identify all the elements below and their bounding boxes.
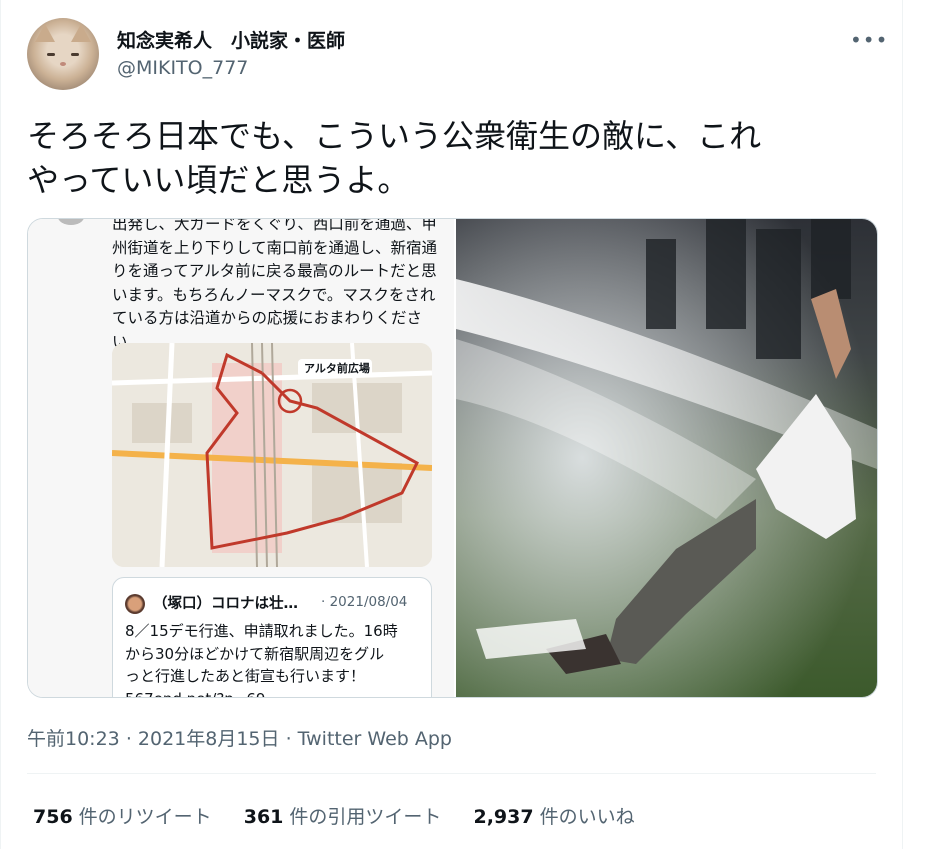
column-border-right bbox=[902, 0, 903, 849]
embedded-post-screenshot[interactable]: 出発し、大ガードをくぐり、西口前を通過、甲州街道を上り下りして南口前を通過し、新… bbox=[28, 219, 454, 697]
route-map: アルタ前広場 bbox=[112, 343, 432, 567]
likes-stat[interactable]: 2,937 件のいいね bbox=[473, 802, 634, 829]
photo-graphic bbox=[456, 219, 877, 697]
embedded-avatar bbox=[58, 219, 84, 225]
quoted-post[interactable]: （塚口）コロナは壮… · 2021/08/04 8／15デモ行進、申請取れました… bbox=[112, 577, 432, 697]
tweet-time[interactable]: 午前10:23 bbox=[27, 728, 120, 750]
author-avatar[interactable] bbox=[27, 18, 99, 90]
quoted-avatar bbox=[125, 594, 145, 614]
map-label: アルタ前広場 bbox=[304, 362, 370, 375]
separator-dot: · bbox=[285, 728, 292, 750]
tweet-source[interactable]: Twitter Web App bbox=[298, 728, 452, 750]
cat-ear bbox=[35, 24, 55, 42]
likes-count: 2,937 bbox=[473, 806, 534, 828]
tweet-media[interactable]: 出発し、大ガードをくぐり、西口前を通過、甲州街道を上り下りして南口前を通過し、新… bbox=[27, 218, 878, 698]
likes-label: 件のいいね bbox=[539, 806, 635, 828]
more-horizontal-icon[interactable]: ••• bbox=[850, 28, 888, 52]
tweet-meta: 午前10:23 · 2021年8月15日 · Twitter Web App bbox=[27, 724, 452, 751]
cat-nose bbox=[60, 62, 66, 66]
tweet-text-line: やっていい頃だと思うよ。 bbox=[27, 161, 410, 199]
quoted-date: · 2021/08/04 bbox=[321, 594, 408, 610]
retweets-label: 件のリツイート bbox=[78, 806, 212, 828]
quotes-label: 件の引用ツイート bbox=[289, 806, 442, 828]
cat-ear bbox=[71, 24, 91, 42]
quotes-count: 361 bbox=[243, 806, 284, 828]
quoted-body: 8／15デモ行進、申請取れました。16時 から30分ほどかけて新宿駅周辺をグル … bbox=[125, 622, 398, 697]
retweets-count: 756 bbox=[33, 806, 73, 828]
route-map-graphic bbox=[112, 343, 432, 567]
quoted-author-name: （塚口）コロナは壮… bbox=[153, 596, 298, 612]
embedded-post-text: 出発し、大ガードをくぐり、西口前を通過、甲州街道を上り下りして南口前を通過し、新… bbox=[112, 218, 438, 351]
retweets-stat[interactable]: 756 件のリツイート bbox=[33, 802, 212, 829]
water-cannon-photo[interactable] bbox=[456, 219, 877, 697]
tweet-stats: 756 件のリツイート 361 件の引用ツイート 2,937 件のいいね bbox=[33, 802, 661, 829]
divider bbox=[27, 773, 876, 774]
author-handle[interactable]: @MIKITO_777 bbox=[117, 57, 248, 79]
column-border-left bbox=[0, 0, 1, 849]
tweet-date[interactable]: 2021年8月15日 bbox=[138, 728, 280, 750]
tweet-text-line: そろそろ日本でも、こういう公衆衛生の敵に、これ bbox=[27, 117, 762, 155]
quotes-stat[interactable]: 361 件の引用ツイート bbox=[244, 802, 442, 829]
author-name[interactable]: 知念実希人 小説家・医師 bbox=[117, 26, 345, 53]
tweet-text: そろそろ日本でも、こういう公衆衛生の敵に、これ やっていい頃だと思うよ。 bbox=[27, 114, 867, 202]
cat-eye bbox=[71, 53, 79, 56]
cat-eye bbox=[47, 53, 55, 56]
separator-dot: · bbox=[125, 728, 132, 750]
